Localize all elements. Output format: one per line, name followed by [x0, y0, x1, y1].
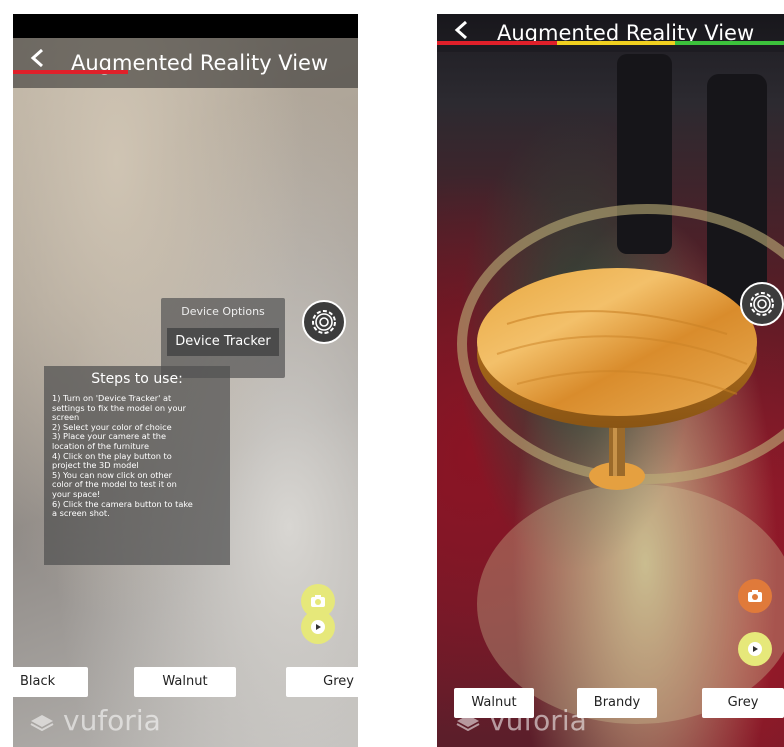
steps-heading: Steps to use: [91, 371, 183, 387]
progress-bar-red [13, 70, 128, 74]
color-brandy-button[interactable]: Brandy [577, 688, 657, 718]
camera-icon [748, 590, 762, 602]
status-bar [13, 14, 358, 38]
color-grey-button[interactable]: Grey [286, 667, 358, 697]
steps-line: a screen shot. [52, 508, 110, 519]
device-tracker-button[interactable]: Device Tracker [167, 328, 279, 356]
app-header: Augmented Reality View [437, 14, 784, 52]
camera-button[interactable] [738, 579, 772, 613]
play-icon [748, 642, 762, 656]
camera-icon [311, 595, 325, 607]
back-chevron-icon[interactable] [29, 48, 45, 72]
progress-bar-yellow [557, 41, 675, 45]
play-button[interactable] [738, 632, 772, 666]
color-walnut-button[interactable]: Walnut [454, 688, 534, 718]
play-button[interactable] [301, 610, 335, 644]
steps-text: 1) Turn on 'Device Tracker' at settings t… [52, 393, 224, 519]
progress-bar-red [437, 41, 557, 45]
progress-bar-green [675, 41, 784, 45]
settings-gear-icon[interactable] [302, 300, 346, 344]
settings-gear-icon[interactable] [740, 282, 784, 326]
play-icon [311, 620, 325, 634]
steps-panel: Steps to use: 1) Turn on 'Device Tracker… [44, 366, 230, 565]
ar-screen-left: Augmented Reality View Device Options De… [13, 14, 358, 747]
vuforia-logo: vuforia [29, 704, 161, 737]
device-options-label: Device Options [181, 305, 265, 318]
ar-screen-right: Augmented Reality View vuforia Walnut Br… [437, 14, 784, 747]
color-walnut-button[interactable]: Walnut [134, 667, 236, 697]
color-black-button[interactable]: Black [13, 667, 88, 697]
app-header: Augmented Reality View [13, 38, 358, 88]
color-grey-button[interactable]: Grey [702, 688, 784, 718]
table-3d-model [477, 268, 757, 490]
